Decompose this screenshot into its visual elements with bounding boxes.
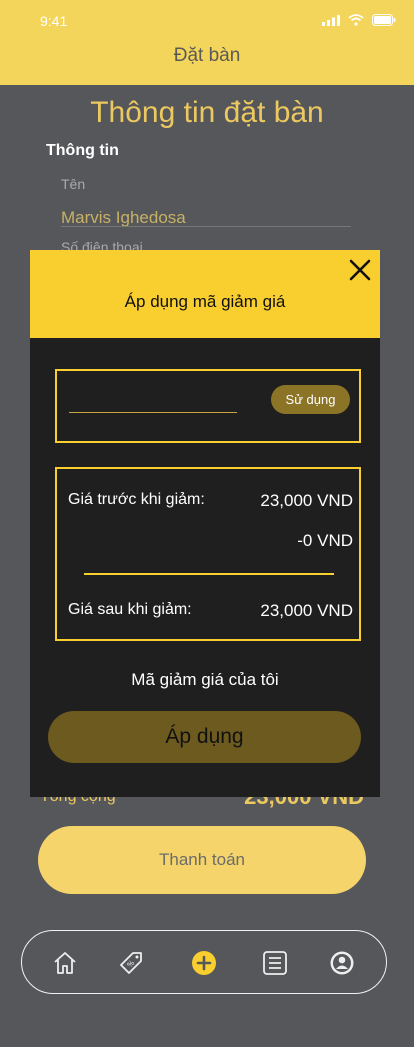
name-label: Tên: [61, 176, 86, 192]
nav-add[interactable]: [190, 949, 218, 977]
discount-modal: Áp dụng mã giảm giá Sử dụng Giá trước kh…: [30, 250, 380, 797]
modal-title: Áp dụng mã giảm giá: [124, 292, 286, 311]
discount-value: -0 VND: [297, 531, 353, 550]
signal-icon: [322, 14, 340, 26]
my-coupons-link[interactable]: Mã giảm giá của tôi: [30, 670, 380, 690]
use-coupon-button[interactable]: Sử dụng: [271, 385, 350, 414]
status-icons: [322, 14, 396, 26]
price-after-label: Giá sau khi giảm:: [68, 601, 192, 618]
price-divider: [84, 573, 334, 575]
name-field-underline: [61, 226, 351, 227]
header-title: Đặt bàn: [173, 45, 241, 66]
price-before-value: 23,000 VND: [260, 491, 353, 510]
status-time: 9:41: [40, 13, 68, 29]
profile-icon: [330, 951, 354, 975]
price-after-value: 23,000 VND: [260, 601, 353, 620]
page-title: Thông tin đặt bàn: [90, 96, 324, 129]
wifi-icon: [348, 14, 364, 26]
price-before-label: Giá trước khi giảm:: [68, 491, 205, 508]
nav-profile[interactable]: [328, 949, 356, 977]
nav-home[interactable]: [51, 949, 79, 977]
price-summary-box: Giá trước khi giảm: 23,000 VND -0 VND Gi…: [55, 467, 361, 641]
coupon-code-input[interactable]: [69, 391, 237, 413]
battery-icon: [372, 14, 396, 26]
nav-list[interactable]: [261, 949, 289, 977]
bottom-nav: %: [21, 930, 387, 994]
add-circle-icon: [192, 951, 216, 975]
home-icon: [54, 952, 76, 974]
pay-button[interactable]: Thanh toán: [38, 826, 366, 894]
nav-coupons[interactable]: %: [117, 949, 145, 977]
section-label: Thông tin: [46, 142, 119, 159]
coupon-tag-icon: %: [120, 952, 142, 974]
apply-button[interactable]: Áp dụng: [48, 711, 361, 763]
status-bar: 9:41: [0, 0, 414, 40]
modal-header: Áp dụng mã giảm giá: [30, 250, 380, 338]
list-icon: [263, 951, 287, 975]
close-icon: [349, 259, 371, 281]
app-header: Đặt bàn: [0, 40, 414, 85]
coupon-code-box: Sử dụng: [55, 369, 361, 443]
close-button[interactable]: [348, 258, 372, 282]
name-field[interactable]: Marvis Ighedosa: [61, 208, 186, 228]
